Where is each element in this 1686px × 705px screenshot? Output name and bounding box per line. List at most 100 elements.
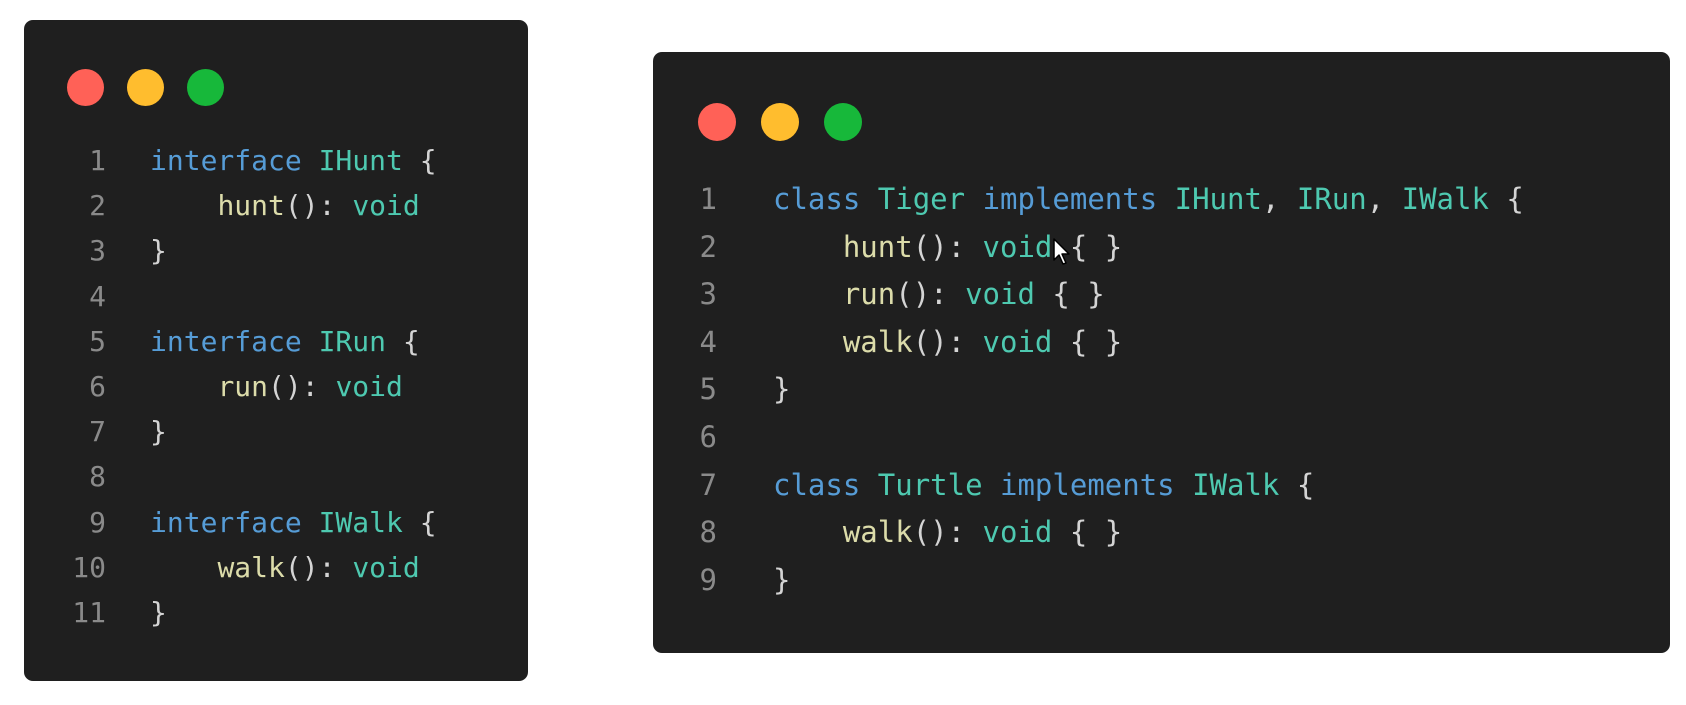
code-line: 10 walk(): void	[24, 545, 437, 590]
code-text: interface IHunt {	[106, 138, 437, 183]
code-token-punct: ():	[284, 550, 353, 584]
line-number: 9	[89, 505, 106, 539]
window-maximize-button[interactable]	[824, 103, 862, 141]
window-maximize-button[interactable]	[187, 69, 224, 106]
code-line: 4 walk(): void { }	[653, 319, 1524, 367]
code-token-punct	[860, 182, 877, 216]
code-token-punct	[860, 468, 877, 502]
code-token-punct	[773, 277, 843, 311]
code-text: hunt(): void	[106, 183, 419, 228]
line-number: 4	[89, 279, 106, 313]
code-line: 1 class Tiger implements IHunt, IRun, IWa…	[653, 176, 1524, 224]
code-token-punct: {	[1279, 467, 1315, 502]
code-token-method: hunt	[217, 189, 285, 223]
code-line: 3 run(): void { }	[653, 271, 1524, 319]
line-number: 6	[699, 419, 717, 454]
code-token-type: Tiger	[877, 182, 966, 216]
code-token-keyword: implements	[982, 182, 1158, 216]
code-token-punct: }	[150, 415, 167, 449]
code-token-type: void	[982, 515, 1053, 550]
window-minimize-button[interactable]	[761, 103, 799, 141]
code-text: }	[717, 366, 790, 414]
code-token-punct: ,	[1366, 182, 1402, 216]
line-number: 5	[699, 372, 717, 407]
code-token-punct: ():	[284, 189, 353, 223]
window-close-button[interactable]	[67, 69, 104, 106]
code-token-keyword: interface	[150, 144, 302, 177]
code-text: walk(): void	[106, 545, 419, 590]
code-token-punct	[1157, 182, 1174, 216]
code-token-punct: { }	[1052, 324, 1123, 359]
code-token-punct: }	[150, 234, 167, 268]
code-text: }	[106, 590, 167, 635]
code-token-type: void	[982, 324, 1053, 359]
code-text: }	[106, 409, 167, 454]
code-token-keyword: interface	[150, 505, 302, 539]
line-number: 7	[89, 415, 106, 449]
window-close-button[interactable]	[698, 103, 736, 141]
code-text: interface IRun {	[106, 319, 420, 364]
line-number: 11	[72, 595, 106, 629]
code-token-punct: {	[402, 505, 437, 539]
code-token-punct	[773, 325, 843, 359]
code-line: 7 class Turtle implements IWalk {	[653, 462, 1524, 510]
line-number: 4	[699, 324, 717, 359]
code-line: 2 hunt(): void	[24, 183, 437, 228]
code-text: walk(): void { }	[717, 319, 1122, 367]
code-token-type: IWalk	[1192, 467, 1280, 502]
code-token-type: IRun	[318, 324, 387, 358]
code-token-method: walk	[842, 515, 913, 550]
code-token-type: void	[335, 369, 403, 403]
code-text: walk(): void { }	[717, 509, 1122, 557]
code-token-punct: ():	[912, 229, 983, 264]
code-token-type: IHunt	[1174, 182, 1262, 216]
code-token-keyword: class	[773, 182, 861, 216]
code-token-type: IWalk	[1401, 182, 1489, 216]
code-line: 3}	[24, 228, 437, 273]
line-number: 6	[89, 369, 106, 403]
code-token-punct: {	[1488, 182, 1524, 216]
code-token-punct	[302, 144, 319, 177]
code-token-punct: }	[773, 372, 791, 407]
code-token-punct: ,	[1261, 182, 1297, 216]
code-token-keyword: implements	[1000, 467, 1175, 502]
code-token-type: void	[982, 229, 1053, 264]
code-token-punct	[150, 189, 217, 222]
code-token-keyword: class	[773, 467, 861, 502]
code-text: }	[106, 228, 167, 273]
code-line: 2 hunt(): void { }	[653, 224, 1524, 272]
code-token-method: walk	[217, 550, 285, 584]
code-block: 1 interface IHunt {2 hunt(): void 3} 4 5 inte…	[24, 138, 437, 635]
code-text: class Turtle implements IWalk {	[717, 462, 1314, 510]
code-line: 8 walk(): void { }	[653, 509, 1524, 557]
code-token-punct: ():	[912, 515, 983, 550]
code-token-type: IRun	[1296, 182, 1367, 216]
code-token-punct	[150, 551, 217, 584]
window-minimize-button[interactable]	[127, 69, 164, 106]
interfaces-code-window: 1 interface IHunt {2 hunt(): void 3} 4 5 inte…	[24, 20, 528, 681]
code-text: run(): void	[106, 364, 403, 409]
code-line: 11}	[24, 590, 437, 635]
window-controls	[67, 69, 224, 106]
line-number: 3	[699, 277, 717, 312]
code-token-punct	[773, 515, 843, 549]
code-token-type: IHunt	[318, 144, 403, 177]
window-controls	[698, 103, 862, 141]
code-text: interface IWalk {	[106, 500, 437, 545]
line-number: 1	[699, 182, 717, 216]
code-line: 6 run(): void	[24, 364, 437, 409]
code-text: }	[717, 557, 790, 605]
code-token-type: Turtle	[877, 467, 983, 502]
code-token-method: hunt	[842, 229, 913, 264]
code-token-punct	[150, 370, 217, 403]
code-line: 7}	[24, 409, 437, 454]
code-token-punct	[983, 468, 1000, 502]
code-token-type: void	[965, 277, 1035, 312]
code-line: 1 interface IHunt {	[24, 138, 437, 183]
mouse-pointer-icon	[1053, 238, 1070, 265]
line-number: 2	[89, 189, 106, 223]
code-text: run(): void { }	[717, 271, 1105, 319]
code-token-punct	[302, 325, 319, 358]
